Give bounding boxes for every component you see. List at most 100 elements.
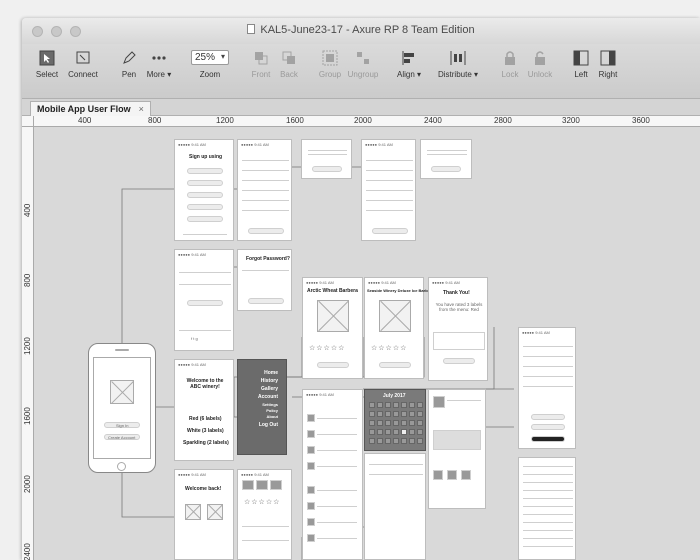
submit-button[interactable] [443,358,475,364]
list-item[interactable] [317,466,357,467]
screen-about[interactable] [518,457,576,560]
calendar-day[interactable] [385,411,391,417]
calendar-day[interactable] [409,438,415,444]
option-white[interactable]: White (3 labels) [187,428,224,434]
list-item[interactable] [369,464,423,465]
calendar-day[interactable] [393,420,399,426]
form-field[interactable] [523,376,573,377]
menu-item-history[interactable]: History [261,378,278,384]
calendar-day[interactable] [377,411,383,417]
left-pane-tool[interactable]: Left [570,50,592,79]
calendar-day[interactable] [409,411,415,417]
screen-sign-up-form[interactable]: ●●●●● 9:41 AM [237,139,292,241]
next-button[interactable] [317,362,349,368]
back-tool[interactable]: Back [276,50,302,79]
save-button[interactable] [372,228,408,234]
calendar-day[interactable] [393,429,399,435]
calendar-day[interactable] [409,420,415,426]
gallery-thumb[interactable] [242,480,254,490]
form-field[interactable] [242,210,289,211]
calendar-day[interactable] [393,402,399,408]
group-tool[interactable]: Group [316,50,344,79]
form-field[interactable] [242,540,289,541]
more-tool[interactable]: More ▾ [144,50,174,79]
menu-item-log-out[interactable]: Log Out [259,422,278,428]
calendar-day[interactable] [377,438,383,444]
screen-wine-detail[interactable]: ●●●●● 9:41 AM Arctic Wheat Barbera ☆☆☆☆☆ [302,277,363,379]
distribute-tool[interactable]: Distribute ▾ [434,50,482,79]
register-button[interactable] [248,228,284,234]
calendar-day[interactable] [377,429,383,435]
screen-winery-info[interactable] [428,389,486,509]
calendar-day[interactable] [369,420,375,426]
calendar-day[interactable] [369,402,375,408]
screen-confirmation[interactable] [301,139,352,179]
gallery-thumb[interactable] [256,480,268,490]
lock-tool[interactable]: Lock [498,50,522,79]
screen-schedule[interactable] [364,453,426,560]
reset-password-button[interactable] [531,414,565,420]
form-field[interactable] [242,180,289,181]
gallery-thumb[interactable] [461,470,471,480]
form-field[interactable] [242,170,289,171]
list-item[interactable] [317,506,357,507]
screen-account-settings[interactable]: ●●●●● 9:41 AM [518,327,576,449]
form-field[interactable] [242,526,289,527]
close-button[interactable] [431,166,461,172]
calendar-day[interactable] [417,402,423,408]
calendar-day[interactable] [401,402,407,408]
list-item[interactable] [317,434,357,435]
delete-account-button[interactable] [531,436,565,442]
screen-sign-in[interactable]: ●●●●● 9:41 AM f t g [174,249,234,351]
rating-stars[interactable]: ☆☆☆☆☆ [244,498,280,506]
select-tool[interactable]: Select [30,50,64,79]
menu-item-account[interactable]: Account [258,394,278,400]
list-item[interactable] [317,522,357,523]
screen-thank-you[interactable]: ●●●●● 9:41 AM Thank You! You have rated … [428,277,488,381]
form-field[interactable] [242,200,289,201]
option-sparkling[interactable]: Sparkling (2 labels) [183,440,229,446]
email-field[interactable] [179,272,231,273]
connect-tool[interactable]: Connect [66,50,100,79]
comment-box[interactable] [433,332,485,350]
list-item[interactable] [369,474,423,475]
map-placeholder[interactable] [433,430,481,450]
phone-mockup[interactable]: Sign In Create Account [88,343,156,473]
form-field[interactable] [366,190,413,191]
form-field[interactable] [242,160,289,161]
right-pane-tool[interactable]: Right [596,50,620,79]
calendar-day[interactable] [377,402,383,408]
zoom-tool[interactable]: 25% Zoom [188,50,232,79]
gallery-thumb[interactable] [447,470,457,480]
calendar-day[interactable] [385,420,391,426]
front-tool[interactable]: Front [248,50,274,79]
reset-button[interactable] [248,298,284,304]
calendar-day[interactable] [409,402,415,408]
list-item[interactable] [317,538,357,539]
form-field[interactable] [523,356,573,357]
form-field[interactable] [366,180,413,181]
gallery-thumb[interactable] [433,470,443,480]
screen-wine-list[interactable]: ●●●●● 9:41 AM [302,389,363,560]
update-button[interactable] [531,424,565,430]
rating-stars[interactable]: ☆☆☆☆☆ [371,344,407,352]
screen-confirmation-2[interactable] [420,139,472,179]
form-field[interactable] [366,160,413,161]
email-field[interactable] [242,270,289,271]
screen-sign-up[interactable]: ●●●●● 9:41 AM Sign up using [174,139,234,241]
tab-mobile-app-user-flow[interactable]: Mobile App User Flow × [30,101,151,116]
calendar-day[interactable] [417,420,423,426]
form-field[interactable] [523,366,573,367]
calendar-day[interactable] [385,402,391,408]
list-item[interactable] [317,418,357,419]
screen-wine-detail-2[interactable]: ●●●●● 9:41 AM Seaside Winery Deluxe Ice … [364,277,434,379]
log-in-button[interactable] [187,300,223,306]
screen-welcome[interactable]: ●●●●● 9:41 AM Welcome to the ABC winery!… [174,359,234,461]
form-field[interactable] [366,170,413,171]
screen-forgot-password[interactable]: Forgot Password? [237,249,292,311]
gallery-thumb[interactable] [270,480,282,490]
calendar-day[interactable] [401,438,407,444]
calendar-day[interactable] [401,411,407,417]
calendar-day[interactable] [369,411,375,417]
form-field[interactable] [366,210,413,211]
